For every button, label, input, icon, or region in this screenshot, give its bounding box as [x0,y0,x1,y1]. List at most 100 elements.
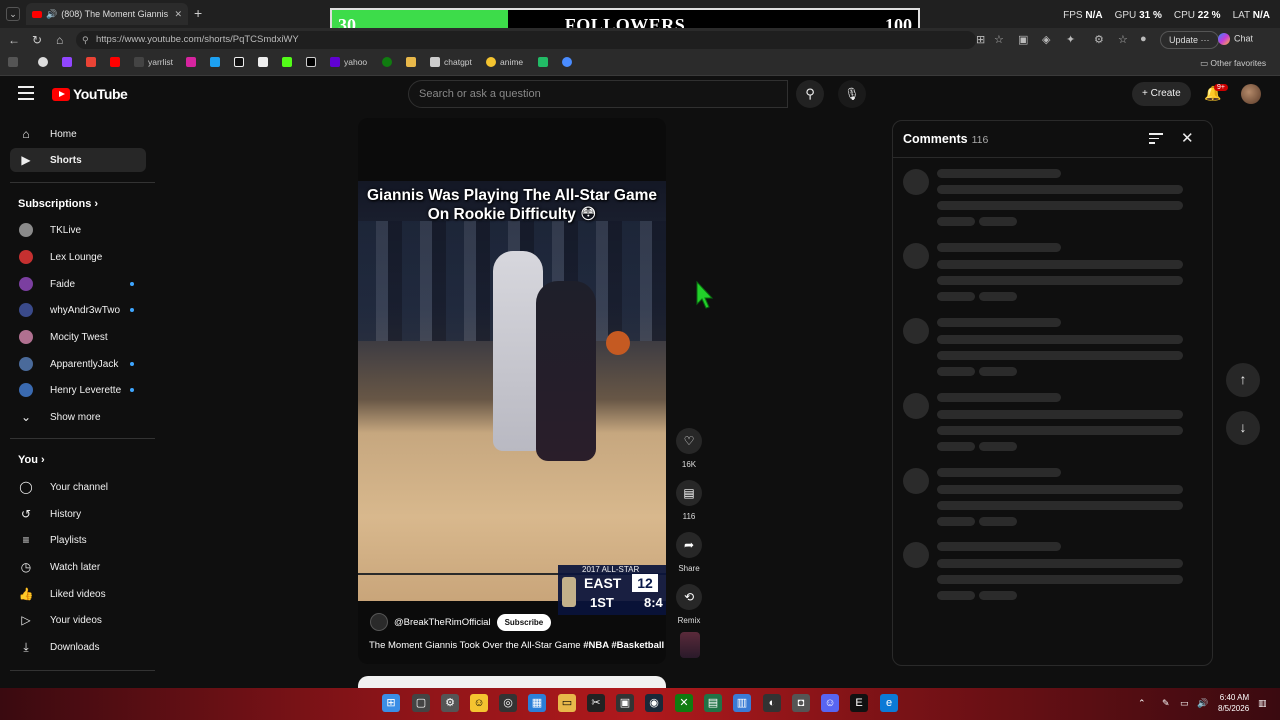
copilot-button[interactable]: Chat [1218,33,1253,45]
windows-start-icon[interactable]: ⊞ [382,694,400,712]
like-action[interactable]: ♡ 16K [676,428,702,469]
share-action[interactable]: ➦ Share [676,532,702,573]
discord-icon[interactable]: ☺ [821,694,839,712]
extension-icon[interactable]: ▣ [1018,33,1028,46]
bookmark-yarrlist[interactable]: yarrlist [134,57,173,67]
split-screen-icon[interactable]: ⊞ [976,33,985,46]
comment-icon[interactable]: ▤ [676,480,702,506]
puzzle-extension-icon[interactable]: ✦ [1066,33,1075,46]
task-view-icon[interactable]: ▢ [412,694,430,712]
home-browser-icon[interactable]: ⌂ [56,33,63,47]
subscriptions-heading[interactable]: Subscriptions › [18,198,98,210]
sidebar-item-your-videos[interactable]: ▷ Your videos [10,608,146,632]
subscribe-button[interactable]: Subscribe [496,613,552,631]
volume-icon[interactable]: 🔊 [1197,698,1208,709]
favorite-star-icon[interactable]: ☆ [994,33,1004,46]
create-button[interactable]: + Create [1132,82,1191,106]
bookmark-anime[interactable]: anime [486,57,523,67]
favorites-icon[interactable]: ☆ [1118,33,1128,46]
file-explorer-icon[interactable]: ▭ [558,694,576,712]
bookmark-instagram-icon[interactable] [186,57,196,67]
bookmark-app2-icon[interactable] [258,57,268,67]
video-title[interactable]: The Moment Giannis Took Over the All-Sta… [369,640,664,651]
app-chrome-icon[interactable]: ◎ [499,694,517,712]
sidebar-item-liked-videos[interactable]: 👍 Liked videos [10,582,146,606]
subscription-item[interactable]: Lex Lounge [10,245,146,269]
hamburger-menu-icon[interactable] [18,86,34,100]
bookmark-xbox-icon[interactable] [382,57,392,67]
shorts-video-player[interactable]: 2017 ALL-STAR EAST 12 1ST 8:4 Giannis Wa… [358,118,666,664]
channel-name[interactable]: @BreakTheRimOfficial [394,617,491,628]
bookmark-youtube-icon[interactable] [110,57,120,67]
collections-icon[interactable]: ⚙ [1094,33,1104,46]
bookmark-twitch-icon[interactable] [62,57,72,67]
sidebar-toggle-icon[interactable] [8,57,18,67]
app-snapchat-icon[interactable]: ☺ [470,694,488,712]
subscription-item[interactable]: whyAndr3wTwo [10,298,146,322]
sidebar-item-your-channel[interactable]: ◯ Your channel [10,475,146,499]
bookmark-gmail-icon[interactable] [86,57,96,67]
close-icon[interactable]: ✕ [1181,129,1194,147]
app-store-icon[interactable]: ▦ [528,694,546,712]
channel-avatar[interactable] [370,613,388,631]
remix-action[interactable]: ⟲ Remix [676,584,702,625]
app-dark-icon[interactable]: ▣ [616,694,634,712]
app-capcut-icon[interactable]: ✂ [587,694,605,712]
share-icon[interactable]: ➦ [676,532,702,558]
taskbar-clock[interactable]: 6:40 AM 8/5/2026 [1218,692,1249,714]
sound-thumbnail[interactable] [680,632,700,658]
sidebar-item-downloads[interactable]: ⤓ Downloads [10,635,146,659]
excel-icon[interactable]: ▤ [704,694,722,712]
bookmark-chatgpt[interactable]: chatgpt [430,57,472,67]
previous-short-button[interactable]: ↑ [1226,363,1260,397]
sort-icon[interactable] [1149,133,1163,147]
refresh-icon[interactable]: ↻ [32,33,42,47]
search-input[interactable]: Search or ask a question [408,80,788,108]
tray-pen-icon[interactable]: ✎ [1162,698,1170,709]
sidebar-item-home[interactable]: ⌂ Home [10,122,146,146]
sidebar-item-shorts[interactable]: ▶ Shorts [10,148,146,172]
other-favorites[interactable]: ▭ Other favorites [1200,58,1266,69]
tab-actions-icon[interactable]: ⌄ [6,7,20,21]
browser-tab[interactable]: 🔊 (808) The Moment Giannis To ✕ [26,3,188,25]
epic-games-icon[interactable]: E [850,694,868,712]
edge-icon[interactable]: e [880,694,898,712]
subscription-item[interactable]: Faide [10,272,146,296]
search-icon[interactable]: ⚲ [796,80,824,108]
app-blue-icon[interactable]: ▥ [733,694,751,712]
camera-icon[interactable]: ◘ [792,694,810,712]
subscription-item[interactable]: TKLive [10,218,146,242]
back-icon[interactable]: ← [8,33,20,47]
comment-action[interactable]: ▤ 116 [676,480,702,521]
show-more-button[interactable]: ⌄ Show more [10,405,146,429]
remix-icon[interactable]: ⟲ [676,584,702,610]
sidebar-item-history[interactable]: ↺ History [10,502,146,526]
account-avatar[interactable] [1241,84,1261,104]
new-tab-icon[interactable]: + [194,5,202,21]
site-info-icon[interactable]: ⚲ [82,31,89,49]
sidebar-item-watch-later[interactable]: ◷ Watch later [10,555,146,579]
subscription-item[interactable]: Henry Leverette [10,378,146,402]
settings-icon[interactable]: ⚙ [441,694,459,712]
url-field[interactable]: ⚲ https://www.youtube.com/shorts/PqTCSmd… [76,31,976,49]
bookmark-tiktok-icon[interactable] [234,57,244,67]
bookmark-x-icon[interactable] [306,57,316,67]
subscription-item[interactable]: ApparentlyJack [10,352,146,376]
bookmark-app4-icon[interactable] [562,57,572,67]
bookmark-folder-icon[interactable] [406,57,416,67]
bookmark-yahoo[interactable]: yahoo [330,57,367,67]
youtube-logo[interactable]: YouTube [52,86,128,102]
microphone-icon[interactable]: 🎙 [838,80,866,108]
xbox-icon[interactable]: ✕ [675,694,693,712]
app-obs-icon[interactable]: ◐ [763,694,781,712]
bookmark-app3-icon[interactable] [538,57,548,67]
shield-extension-icon[interactable]: ◈ [1042,33,1050,46]
video-hashtags[interactable]: #NBA #Basketball [583,640,664,651]
bookmark-app-icon[interactable] [210,57,220,67]
sidebar-item-playlists[interactable]: ≡ Playlists [10,528,146,552]
heart-icon[interactable]: ♡ [676,428,702,454]
bookmark-chrome-icon[interactable] [38,57,48,67]
steam-icon[interactable]: ◉ [645,694,663,712]
speaker-icon[interactable]: 🔊 [46,9,57,20]
profile-icon[interactable]: ● [1140,33,1147,45]
